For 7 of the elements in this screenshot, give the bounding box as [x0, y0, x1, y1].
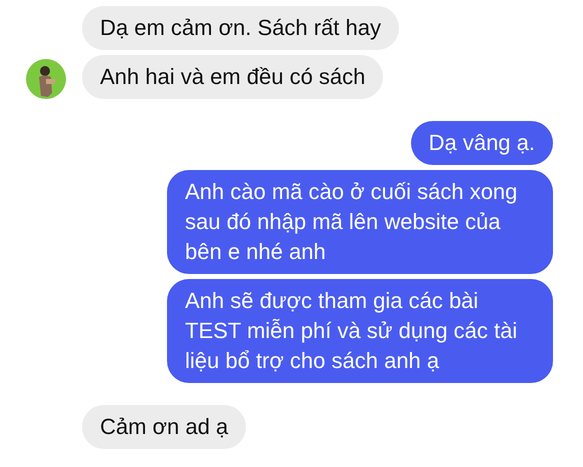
- message-bubble: Anh sẽ được tham gia các bài TEST miễn phí và sử dụng các tài liệu bổ trợ cho sách anh ạ: [167, 279, 553, 383]
- message-bubble: Dạ em cảm ơn. Sách rất hay: [82, 6, 399, 50]
- message-bubble: Anh cào mã cào ở cuối sách xong sau đó nhập mã lên website của bên e nhé anh: [167, 170, 553, 274]
- message-bubble: Dạ vâng ạ.: [410, 121, 553, 165]
- avatar[interactable]: [26, 59, 66, 99]
- message-bubble: Anh hai và em đều có sách: [82, 55, 384, 99]
- message-bubble: Cảm ơn ad ạ: [82, 405, 246, 449]
